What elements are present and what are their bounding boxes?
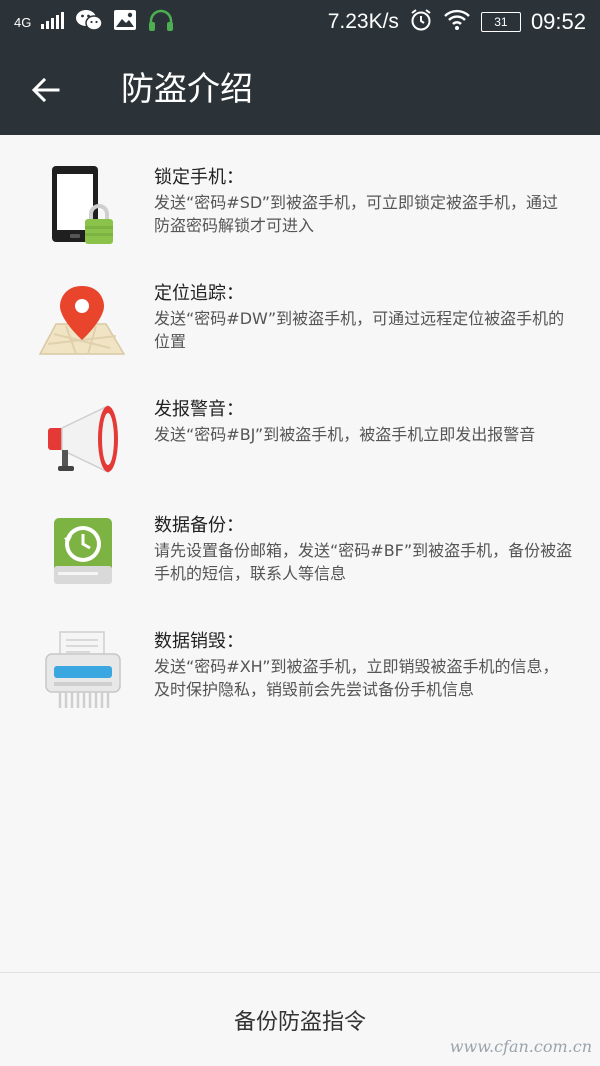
item-title: 定位追踪： (154, 283, 244, 304)
wifi-icon (443, 9, 471, 35)
backup-drive-icon (36, 510, 128, 602)
signal-icon (41, 11, 65, 33)
item-description: 发送“密码#SD”到被盗手机，可立即锁定被盗手机，通过防盗密码解锁才可进入 (154, 193, 559, 235)
wechat-icon (75, 8, 104, 36)
list-item-lock: 锁定手机： 发送“密码#SD”到被盗手机，可立即锁定被盗手机，通过防盗密码解锁才… (0, 160, 600, 270)
list-item-backup: 数据备份： 请先设置备份邮箱，发送“密码#BF”到被盗手机，备份被盗手机的短信，… (0, 508, 600, 618)
list-item-destroy: 数据销毁： 发送“密码#XH”到被盗手机，立即销毁被盗手机的信息，及时保护隐私，… (0, 624, 600, 734)
item-description: 发送“密码#BJ”到被盗手机，被盗手机立即发出报警音 (154, 425, 536, 444)
arrow-left-icon (31, 77, 60, 103)
image-icon (113, 9, 137, 35)
phone-lock-icon (36, 162, 128, 254)
network-speed: 7.23K/s (327, 10, 399, 33)
item-description: 发送“密码#XH”到被盗手机，立即销毁被盗手机的信息，及时保护隐私，销毁前会先尝… (154, 657, 559, 699)
list-item-locate: 定位追踪： 发送“密码#DW”到被盗手机，可通过远程定位被盗手机的位置 (0, 276, 600, 386)
item-title: 数据销毁： (154, 631, 244, 652)
headphones-icon (147, 8, 175, 36)
clock: 09:52 (530, 9, 586, 34)
list-item-alarm: 发报警音： 发送“密码#BJ”到被盗手机，被盗手机立即发出报警音 (0, 392, 600, 502)
megaphone-icon (36, 394, 128, 486)
back-button[interactable] (18, 64, 74, 116)
watermark: www.cfan.com.cn (449, 1037, 592, 1056)
shredder-icon (36, 626, 128, 718)
item-description: 发送“密码#DW”到被盗手机，可通过远程定位被盗手机的位置 (154, 309, 565, 351)
battery-icon: 31 (480, 12, 521, 32)
network-type: 4G (14, 14, 32, 30)
status-bar: 4G 7.23K/s 31 09:52 (0, 0, 600, 44)
item-title: 数据备份： (154, 515, 244, 536)
item-description: 请先设置备份邮箱，发送“密码#BF”到被盗手机，备份被盗手机的短信，联系人等信息 (154, 541, 573, 583)
item-title: 发报警音： (154, 399, 244, 420)
battery-level: 31 (494, 15, 508, 29)
map-pin-icon (36, 278, 128, 370)
page-title: 防盗介绍 (121, 69, 253, 108)
item-title: 锁定手机： (154, 167, 244, 188)
alarm-icon (409, 8, 433, 36)
app-bar: 防盗介绍 (0, 44, 600, 135)
